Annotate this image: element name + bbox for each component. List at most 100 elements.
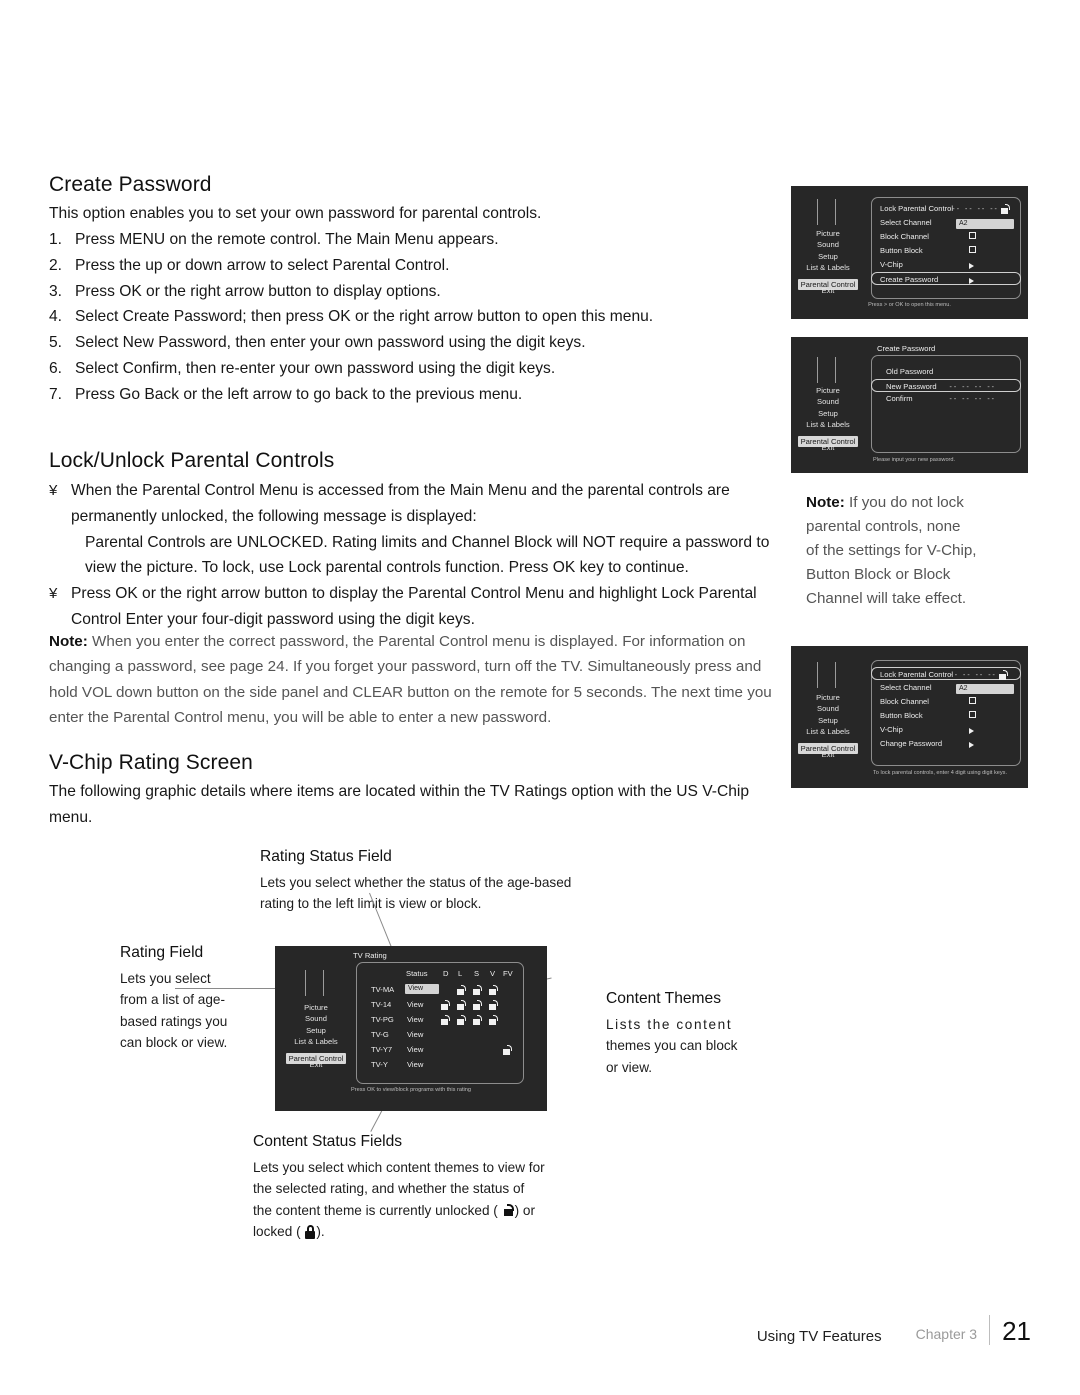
- sidebar-item-setup[interactable]: Setup: [791, 715, 865, 726]
- list-text: Press the up or down arrow to select Par…: [75, 256, 450, 274]
- callout-line-2: the selected rating, and whether the sta…: [253, 1181, 525, 1197]
- osd-row-change-password[interactable]: Change Password: [872, 738, 1020, 750]
- osd-row-old-password[interactable]: Old Password: [872, 366, 1020, 378]
- unlock-icon[interactable]: [457, 985, 466, 995]
- sidebar-item-picture[interactable]: Picture: [275, 1002, 357, 1013]
- unlock-icon: [999, 670, 1008, 680]
- rating-status-value[interactable]: View: [407, 1043, 423, 1056]
- rating-table-row[interactable]: TV-Y7 View: [357, 1043, 523, 1056]
- osd-row-lock-parental-control[interactable]: Lock Parental Control -- -- -- --: [871, 667, 1021, 680]
- sidebar-item-picture[interactable]: Picture: [791, 692, 865, 703]
- osd-tv-rating-screen: TV Rating Picture Sound Setup List & Lab…: [275, 946, 547, 1111]
- sidebar-item-list-labels[interactable]: List & Labels: [791, 726, 865, 737]
- side-note-line-5: Channel will take effect.: [806, 590, 967, 607]
- footer-divider: [989, 1315, 991, 1345]
- list-number: 7.: [49, 385, 63, 403]
- unlock-icon[interactable]: [457, 1000, 466, 1010]
- lock-unlock-bullets: ¥ When the Parental Control Menu is acce…: [49, 478, 791, 633]
- unlock-icon[interactable]: [473, 1015, 482, 1025]
- list-text: Select Create Password; then press OK or…: [75, 308, 654, 326]
- rating-label: TV-G: [371, 1030, 389, 1039]
- chevron-right-icon: [969, 278, 974, 284]
- bullet-marker: ¥: [49, 585, 58, 603]
- osd-row-select-channel[interactable]: Select Channel A2: [872, 682, 1020, 694]
- password-dashes: -- -- -- --: [949, 396, 996, 403]
- rating-status-value[interactable]: View: [407, 1058, 423, 1071]
- channel-value: A2: [956, 219, 1014, 229]
- sidebar-item-list-labels[interactable]: List & Labels: [791, 419, 865, 430]
- osd-sidebar: Picture Sound Setup List & Labels Parent…: [791, 186, 865, 319]
- rating-status-value[interactable]: View: [407, 998, 423, 1011]
- page-heading-vchip: V-Chip Rating Screen: [49, 751, 253, 774]
- callout-line-1: Lists the content: [606, 1017, 733, 1032]
- checkbox-icon[interactable]: [969, 232, 976, 239]
- rating-status-value[interactable]: View: [407, 1028, 423, 1041]
- list-item: ¥ Press OK or the right arrow button to …: [49, 581, 791, 633]
- osd-row-label: Button Block: [880, 711, 923, 720]
- side-note-line-4: Button Block or Block: [806, 566, 951, 583]
- checkbox-icon[interactable]: [969, 697, 976, 704]
- osd-row-v-chip[interactable]: V-Chip: [872, 259, 1020, 271]
- list-item: 2. Press the up or down arrow to select P…: [49, 253, 794, 279]
- sidebar-item-picture[interactable]: Picture: [791, 385, 865, 396]
- osd-row-confirm[interactable]: Confirm -- -- -- --: [872, 393, 1020, 405]
- unlock-icon[interactable]: [489, 985, 498, 995]
- rating-table-row[interactable]: TV-14 View: [357, 998, 523, 1011]
- list-number: 5.: [49, 334, 63, 352]
- sidebar-item-sound[interactable]: Sound: [275, 1013, 357, 1024]
- create-password-steps: 1. Press MENU on the remote control. The …: [49, 227, 794, 408]
- callout-line-1: Lets you select whether the status of th…: [260, 875, 572, 890]
- osd-rating-panel: Status D L S V FV TV-MA View TV-14 View TV-P…: [356, 962, 524, 1084]
- sidebar-item-setup[interactable]: Setup: [791, 251, 865, 262]
- osd-row-lock-parental-control[interactable]: Lock Parental Control -- -- -- --: [872, 203, 1020, 215]
- col-header-status: Status: [406, 969, 428, 978]
- checkbox-icon[interactable]: [969, 711, 976, 718]
- rating-table-row[interactable]: TV-Y View: [357, 1058, 523, 1071]
- rating-table-row[interactable]: TV-PG View: [357, 1013, 523, 1026]
- sidebar-item-sound[interactable]: Sound: [791, 396, 865, 407]
- unlock-icon[interactable]: [441, 1015, 450, 1025]
- rating-status-value[interactable]: View: [405, 984, 439, 994]
- manual-page: Create Password This option enables you …: [0, 0, 1080, 1395]
- unlock-icon[interactable]: [473, 1000, 482, 1010]
- osd-panel: Old Password New Password -- -- -- -- Co…: [871, 355, 1021, 453]
- unlock-icon[interactable]: [457, 1015, 466, 1025]
- osd-row-block-channel[interactable]: Block Channel: [872, 231, 1020, 243]
- osd-row-v-chip[interactable]: V-Chip: [872, 724, 1020, 736]
- unlock-icon[interactable]: [503, 1045, 512, 1055]
- sidebar-item-list-labels[interactable]: List & Labels: [275, 1036, 357, 1047]
- callout-line-4: locked ( ).: [253, 1221, 583, 1242]
- callout-line-4-a: locked (: [253, 1224, 301, 1240]
- rating-table-row[interactable]: TV-MA View: [357, 983, 523, 996]
- sidebar-item-picture[interactable]: Picture: [791, 228, 865, 239]
- unlock-icon[interactable]: [441, 1000, 450, 1010]
- sidebar-item-list-labels[interactable]: List & Labels: [791, 262, 865, 273]
- osd-row-button-block[interactable]: Button Block: [872, 245, 1020, 257]
- sidebar-item-setup[interactable]: Setup: [275, 1025, 357, 1036]
- rating-status-value[interactable]: View: [407, 1013, 423, 1026]
- list-text: Press Go Back or the left arrow to go ba…: [75, 385, 523, 403]
- unlock-icon[interactable]: [489, 1015, 498, 1025]
- osd-panel: Lock Parental Control -- -- -- -- Select…: [871, 660, 1021, 766]
- create-password-intro: This option enables you to set your own …: [49, 205, 542, 222]
- osd-row-new-password[interactable]: New Password -- -- -- --: [871, 379, 1021, 392]
- list-number: 6.: [49, 359, 63, 377]
- osd-row-select-channel[interactable]: Select Channel A2: [872, 217, 1020, 229]
- note-text: When you enter the correct password, the…: [49, 633, 772, 727]
- osd-row-create-password[interactable]: Create Password: [871, 272, 1021, 285]
- unlock-icon[interactable]: [489, 1000, 498, 1010]
- sidebar-item-setup[interactable]: Setup: [791, 408, 865, 419]
- callout-line-1: Lets you select which content themes to …: [253, 1160, 545, 1175]
- list-item: 1. Press MENU on the remote control. The …: [49, 227, 794, 253]
- osd-title: TV Rating: [353, 951, 387, 960]
- osd-row-button-block[interactable]: Button Block: [872, 710, 1020, 722]
- sidebar-item-sound[interactable]: Sound: [791, 703, 865, 714]
- sidebar-item-sound[interactable]: Sound: [791, 239, 865, 250]
- checkbox-icon[interactable]: [969, 246, 976, 253]
- signal-bars-icon: [279, 970, 353, 996]
- osd-row-block-channel[interactable]: Block Channel: [872, 696, 1020, 708]
- unlock-icon[interactable]: [473, 985, 482, 995]
- rating-table-row[interactable]: TV-G View: [357, 1028, 523, 1041]
- osd-row-label: Block Channel: [880, 697, 929, 706]
- osd-create-password-menu: Create Password Picture Sound Setup List…: [791, 337, 1028, 473]
